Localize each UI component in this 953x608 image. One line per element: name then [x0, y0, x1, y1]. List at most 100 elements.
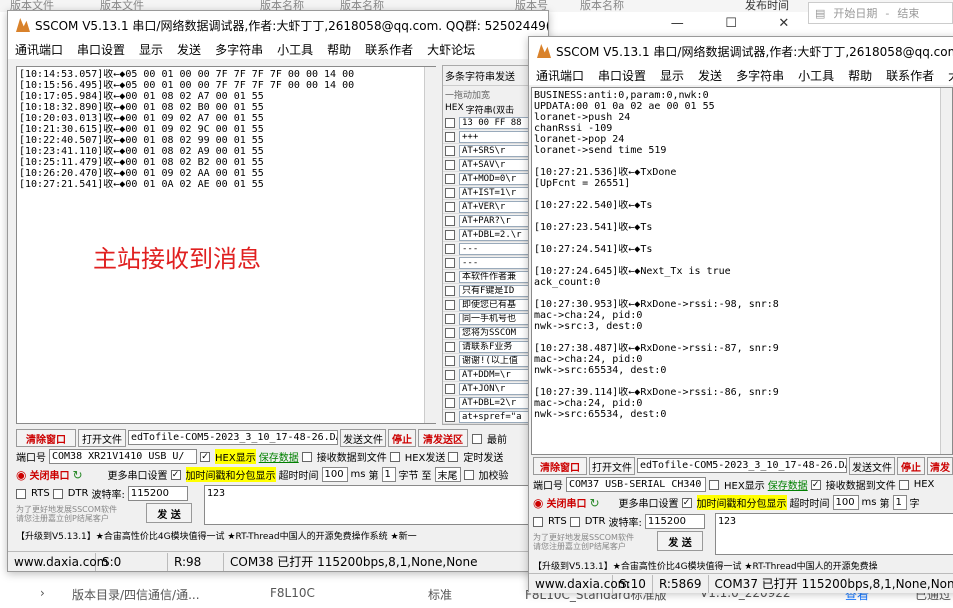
port-select[interactable]: COM38 XR21V1410 USB U/ — [49, 449, 197, 464]
multi-hex-checkbox[interactable] — [445, 313, 455, 324]
multi-hex-checkbox[interactable] — [445, 397, 455, 408]
multi-hex-checkbox[interactable] — [445, 285, 455, 296]
baud-select[interactable]: 115200 — [644, 514, 705, 529]
send-area[interactable]: 123 — [204, 485, 542, 525]
title-bar[interactable]: SSCOM V5.13.1 串口/网络数据调试器,作者:大虾丁丁,2618058… — [8, 11, 548, 39]
multi-hex-checkbox[interactable] — [445, 299, 455, 310]
multi-hex-checkbox[interactable] — [445, 327, 455, 338]
menu-serial-settings[interactable]: 串口设置 — [70, 41, 132, 58]
multi-hex-checkbox[interactable] — [445, 173, 455, 184]
send-area[interactable]: 123 — [715, 513, 953, 555]
title-bar[interactable]: SSCOM V5.13.1 串口/网络数据调试器,作者:大虾丁丁,2618058… — [529, 37, 953, 65]
clear-send-button[interactable]: 清发 — [927, 457, 953, 475]
multi-hex-checkbox[interactable] — [445, 215, 455, 226]
multi-hex-checkbox[interactable] — [445, 131, 455, 142]
open-file-button[interactable]: 打开文件 — [589, 457, 635, 475]
multi-hex-checkbox[interactable] — [445, 271, 455, 282]
save-data-link[interactable]: 保存数据 — [259, 449, 299, 464]
receive-area[interactable]: BUSINESS:anti:0,param:0,nwk:0 UPDATA:00 0… — [531, 87, 953, 455]
menu-forum[interactable]: 大虾论坛 — [941, 67, 953, 84]
send-file-button[interactable]: 发送文件 — [849, 457, 895, 475]
menu-send[interactable]: 发送 — [170, 41, 208, 58]
menu-help[interactable]: 帮助 — [841, 67, 879, 84]
menu-display[interactable]: 显示 — [653, 67, 691, 84]
multi-hex-checkbox[interactable] — [445, 243, 455, 254]
open-file-button[interactable]: 打开文件 — [78, 429, 126, 447]
hex-display-checkbox[interactable] — [709, 479, 719, 490]
file-path-field[interactable]: edTofile-COM5-2023_3_10_17-48-26.DAT — [128, 430, 338, 445]
rts-checkbox[interactable] — [533, 516, 543, 527]
multi-hex-checkbox[interactable] — [445, 201, 455, 212]
timestamp-checkbox[interactable] — [681, 497, 692, 508]
chevron-right-icon[interactable]: › — [40, 586, 45, 600]
port-select[interactable]: COM37 USB-SERIAL CH340 — [566, 477, 706, 492]
menu-multi-string[interactable]: 多字符串 — [729, 67, 791, 84]
hex-display-checkbox[interactable] — [200, 451, 210, 462]
to-select[interactable]: 末尾 — [434, 467, 461, 482]
add-check-checkbox[interactable] — [463, 469, 474, 480]
menu-comm-port[interactable]: 通讯端口 — [8, 41, 70, 58]
send-button[interactable]: 发 送 — [146, 503, 192, 523]
timeout-input[interactable]: 100 — [832, 495, 859, 510]
nth-input[interactable]: 1 — [381, 467, 396, 482]
multi-hex-checkbox[interactable] — [445, 369, 455, 380]
nth-input[interactable]: 1 — [892, 495, 907, 510]
menu-display[interactable]: 显示 — [132, 41, 170, 58]
minimize-icon[interactable]: — — [671, 16, 684, 34]
close-port-button[interactable]: 关闭串口 — [546, 495, 586, 510]
ticker[interactable]: 【升级到V5.13.1】★合宙高性价比4G模块值得一试 ★RT-Thread中国… — [16, 529, 542, 543]
menu-tools[interactable]: 小工具 — [270, 41, 320, 58]
menu-tools[interactable]: 小工具 — [791, 67, 841, 84]
hex-send-checkbox[interactable] — [898, 479, 909, 490]
menu-help[interactable]: 帮助 — [320, 41, 358, 58]
menu-send[interactable]: 发送 — [691, 67, 729, 84]
menu-contact[interactable]: 联系作者 — [358, 41, 420, 58]
send-file-button[interactable]: 发送文件 — [340, 429, 386, 447]
clear-window-button[interactable]: 清除窗口 — [533, 457, 587, 475]
menu-multi-string[interactable]: 多字符串 — [208, 41, 270, 58]
save-data-link[interactable]: 保存数据 — [768, 477, 808, 492]
rts-checkbox[interactable] — [16, 488, 26, 499]
menu-comm-port[interactable]: 通讯端口 — [529, 67, 591, 84]
clear-send-button[interactable]: 清发送区 — [418, 429, 468, 447]
scrollbar[interactable] — [424, 67, 436, 423]
date-range[interactable]: ▤ 开始日期 - 结束 — [808, 2, 953, 24]
multi-hex-checkbox[interactable] — [445, 117, 455, 128]
topmost-checkbox[interactable]: 最前 — [472, 430, 507, 447]
close-port-button[interactable]: 关闭串口 — [29, 467, 69, 482]
website-link[interactable]: www.daxia.com — [529, 574, 629, 593]
multi-hex-checkbox[interactable] — [445, 355, 455, 366]
dtr-checkbox[interactable] — [52, 488, 63, 499]
hex-send-checkbox[interactable] — [389, 451, 400, 462]
refresh-icon[interactable]: ↻ — [72, 468, 82, 482]
menu-forum[interactable]: 大虾论坛 — [420, 41, 482, 58]
menu-serial-settings[interactable]: 串口设置 — [591, 67, 653, 84]
stop-button[interactable]: 停止 — [388, 429, 416, 447]
timestamp-checkbox[interactable] — [170, 469, 181, 480]
multi-hex-checkbox[interactable] — [445, 159, 455, 170]
multi-hex-checkbox[interactable] — [445, 145, 455, 156]
timed-send-checkbox[interactable] — [448, 451, 459, 462]
baud-select[interactable]: 115200 — [127, 486, 188, 501]
recv-to-file-checkbox[interactable] — [810, 479, 821, 490]
send-button[interactable]: 发 送 — [657, 531, 703, 551]
multi-hex-checkbox[interactable] — [445, 341, 455, 352]
ticker[interactable]: 【升级到V5.13.1】★合宙高性价比4G模块值得一试 ★RT-Thread中国… — [533, 559, 953, 573]
recv-to-file-checkbox[interactable] — [301, 451, 312, 462]
menu-contact[interactable]: 联系作者 — [879, 67, 941, 84]
clear-window-button[interactable]: 清除窗口 — [16, 429, 76, 447]
scrollbar[interactable] — [940, 88, 952, 454]
multi-hex-checkbox[interactable] — [445, 411, 455, 422]
file-path-field[interactable]: edTofile-COM5-2023_3_10_17-48-26.DAT — [637, 458, 847, 473]
multi-hex-checkbox[interactable] — [445, 229, 455, 240]
dtr-checkbox[interactable] — [569, 516, 580, 527]
timeout-input[interactable]: 100 — [321, 467, 348, 482]
more-settings-button[interactable]: 更多串口设置 — [108, 467, 168, 482]
website-link[interactable]: www.daxia.com — [8, 552, 108, 571]
multi-hex-checkbox[interactable] — [445, 383, 455, 394]
close-icon[interactable]: ✕ — [778, 16, 789, 34]
stop-button[interactable]: 停止 — [897, 457, 925, 475]
maximize-icon[interactable]: ☐ — [725, 16, 737, 34]
multi-hex-checkbox[interactable] — [445, 257, 455, 268]
refresh-icon[interactable]: ↻ — [589, 496, 599, 510]
